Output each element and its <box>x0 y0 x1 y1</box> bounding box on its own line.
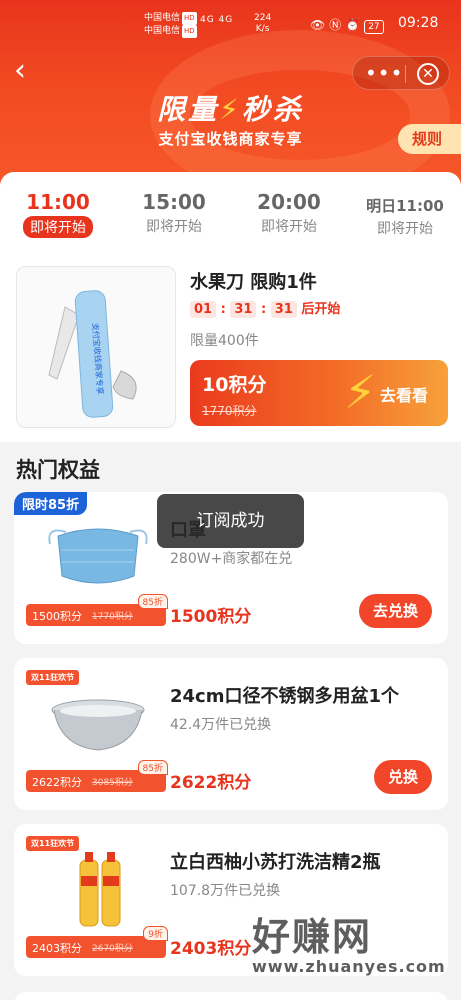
tab-status: 即将开始 <box>146 219 202 235</box>
discount-badge: 85折 <box>137 594 168 609</box>
mask-image <box>36 514 160 596</box>
rules-button[interactable]: 规则 <box>398 124 461 154</box>
countdown-suffix: 后开始 <box>301 302 341 317</box>
tab-time: 明日11:00 <box>366 197 444 215</box>
alarm-icon: ⏰ <box>345 18 365 32</box>
stock-limit: 限量400件 <box>190 333 259 349</box>
page-title: 限量⚡秒杀 <box>0 88 461 128</box>
item-price: 2622积分 <box>170 773 252 793</box>
featured-product-name: 水果刀 限购1件 <box>190 272 317 293</box>
tab-status: 即将开始 <box>377 221 433 237</box>
tab-time: 20:00 <box>257 190 321 214</box>
tab-1500[interactable]: 15:00 即将开始 <box>124 190 224 236</box>
discount-badge: 9折 <box>143 926 168 941</box>
signal-icon: 4G 4G <box>200 15 234 25</box>
close-icon[interactable]: ✕ <box>417 63 439 85</box>
redeem-button[interactable]: 兑换 <box>373 760 432 794</box>
hot-benefits-title: 热门权益 <box>16 458 100 482</box>
carrier-2: 中国电信 <box>144 26 181 36</box>
item-price: 1500积分 <box>170 607 252 627</box>
lightning-icon: ⚡ <box>219 93 242 126</box>
price-tag-original: 3085积分 <box>92 778 133 788</box>
capsule-divider <box>405 65 406 83</box>
item-price: 2403积分 <box>170 939 252 959</box>
go-see-button[interactable]: 10积分 1770积分 ⚡ 去看看 <box>190 360 448 426</box>
eye-icon: 👁 <box>310 18 330 32</box>
tab-status: 即将开始 <box>23 216 93 238</box>
countdown-hours: 01 <box>190 301 217 318</box>
price-tag: 2403积分 2670积分 9折 <box>26 926 168 958</box>
go-see-label: 去看看 <box>380 386 429 405</box>
price-tag-points: 2403积分 <box>32 942 82 955</box>
carrier-1: 中国电信 <box>144 13 181 23</box>
back-icon[interactable]: ‹ <box>14 56 42 86</box>
tab-2000[interactable]: 20:00 即将开始 <box>239 190 339 236</box>
price-tag-original: 2670积分 <box>92 944 133 954</box>
price-tag-points: 1500积分 <box>32 610 82 623</box>
network-speed: 224 K/s <box>254 13 271 35</box>
flash-sale-panel: 11:00 即将开始 15:00 即将开始 20:00 即将开始 明日11:00… <box>0 172 461 442</box>
hd-badge: HD <box>182 12 197 25</box>
tab-tomorrow-1100[interactable]: 明日11:00 即将开始 <box>355 190 455 238</box>
dish-soap-illustration <box>79 852 121 927</box>
tab-1100[interactable]: 11:00 即将开始 <box>8 190 108 238</box>
featured-original-points: 1770积分 <box>202 404 257 418</box>
system-icons: 👁Ⓝ⏰ 27 <box>310 16 384 34</box>
mask-illustration <box>48 528 148 584</box>
price-tag-points: 2622积分 <box>32 776 82 789</box>
tab-time: 11:00 <box>26 190 90 214</box>
more-icon[interactable]: ••• <box>365 62 403 84</box>
countdown-seconds: 31 <box>270 301 297 318</box>
basin-illustration <box>51 699 145 751</box>
knife-illustration: 支付宝收钱商家专享 <box>48 290 137 418</box>
discount-tag: 限时85折 <box>14 492 88 515</box>
item-name: 24cm口径不锈钢多用盆1个 <box>170 686 399 707</box>
discount-badge: 85折 <box>137 760 168 775</box>
list-item[interactable]: 双11狂欢节 2622积分 3085积分 85折 24cm口径不锈钢多用盆1个 … <box>14 658 448 810</box>
hd-badge: HD <box>182 25 197 38</box>
title-part1: 限量 <box>157 93 220 126</box>
item-sold-count: 107.8万件已兑换 <box>170 883 281 899</box>
status-time: 09:28 <box>398 15 439 31</box>
redeem-button[interactable]: 去兑换 <box>358 594 432 628</box>
lightning-icon: ⚡ <box>344 365 377 419</box>
item-sold-count: 42.4万件已兑换 <box>170 717 272 733</box>
watermark-text: 好赚网 <box>252 915 373 959</box>
next-list-item <box>14 992 448 1000</box>
nfc-icon: Ⓝ <box>329 18 346 32</box>
countdown-timer: 01 : 31 : 31 后开始 <box>190 298 340 318</box>
fruit-knife-image[interactable]: 支付宝收钱商家专享 <box>16 266 176 428</box>
dish-soap-image <box>36 846 160 928</box>
subscribe-toast: 订阅成功 <box>157 494 304 548</box>
watermark-url: www.zhuanyes.com <box>252 957 446 976</box>
title-part2: 秒杀 <box>241 93 304 126</box>
countdown-minutes: 31 <box>230 301 257 318</box>
speed-unit: K/s <box>255 24 270 34</box>
tab-time: 15:00 <box>142 190 206 214</box>
site-watermark: 好赚网 www.zhuanyes.com <box>252 906 452 986</box>
basin-image <box>36 680 160 762</box>
price-tag: 2622积分 3085积分 85折 <box>26 760 168 792</box>
price-tag: 1500积分 1770积分 85折 <box>26 594 168 626</box>
price-tag-original: 1770积分 <box>92 612 133 622</box>
featured-points: 10积分 <box>202 374 267 396</box>
status-bar: 中国电信 HD 中国电信 HD 4G 4G 224 K/s 👁Ⓝ⏰ 27 09:28 <box>0 0 461 44</box>
tab-status: 即将开始 <box>261 219 317 235</box>
item-sold-count: 280W+商家都在兑 <box>170 551 293 567</box>
battery-icon: 27 <box>364 20 384 34</box>
speed-value: 224 <box>254 13 272 23</box>
carrier-info: 中国电信 HD 中国电信 HD <box>144 12 197 38</box>
item-name: 立白西柚小苏打洗洁精2瓶 <box>170 852 381 873</box>
page-subtitle: 支付宝收钱商家专享 <box>158 130 303 148</box>
header-banner: 中国电信 HD 中国电信 HD 4G 4G 224 K/s 👁Ⓝ⏰ 27 09:28 … <box>0 0 461 190</box>
mini-app-capsule: ••• ✕ <box>352 56 450 90</box>
